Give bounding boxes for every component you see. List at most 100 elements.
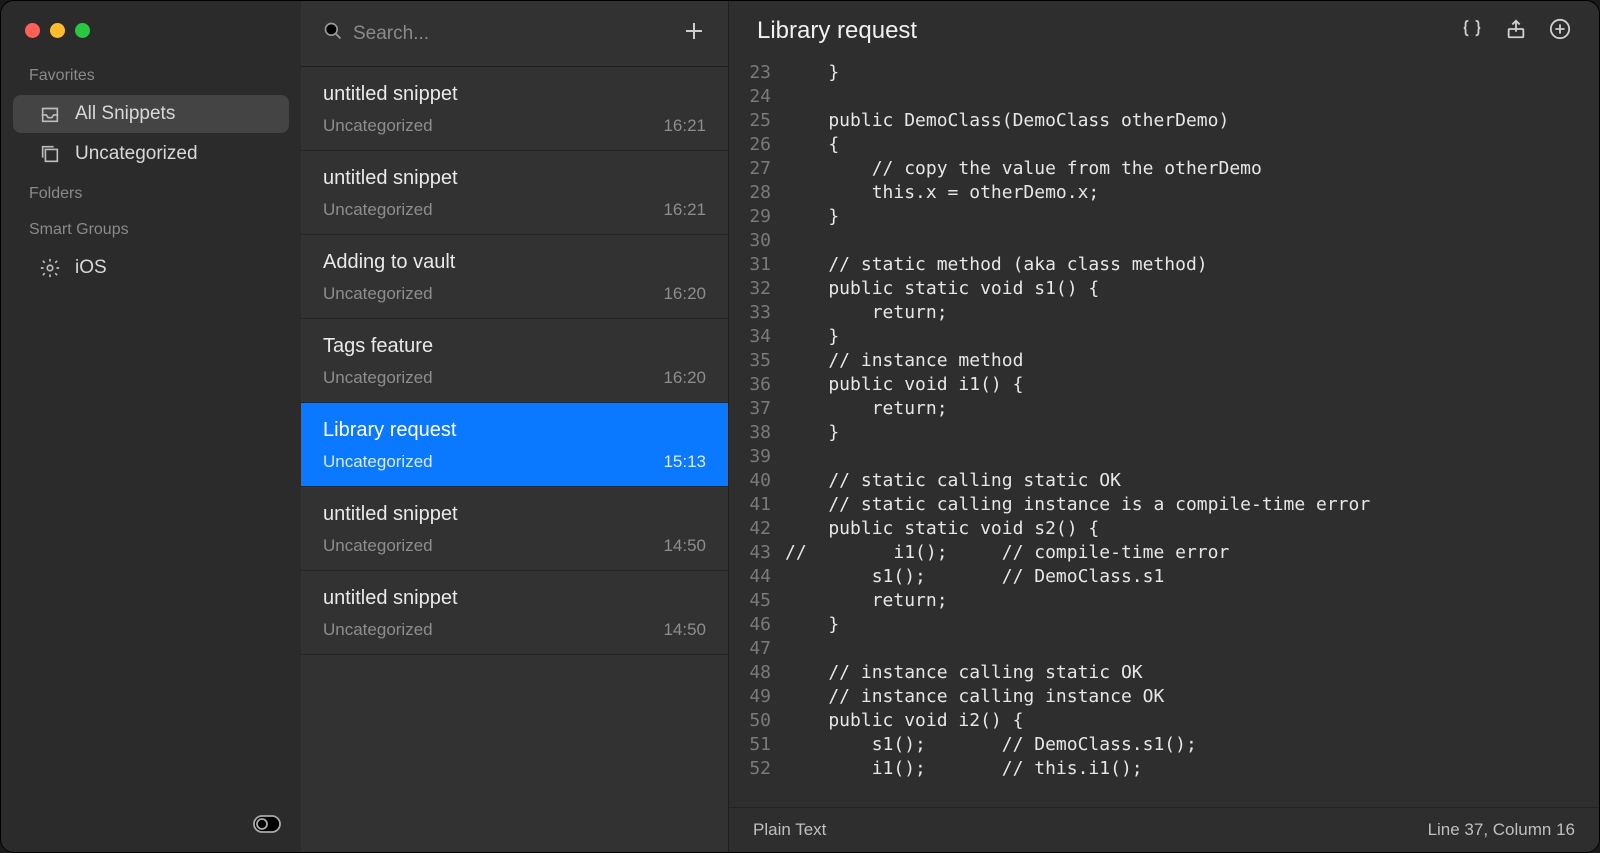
line-number: 46 (729, 613, 785, 637)
code-line[interactable]: 34 } (729, 325, 1599, 349)
code-text[interactable]: } (785, 613, 839, 637)
code-text[interactable]: return; (785, 589, 948, 613)
snippet-item[interactable]: untitled snippetUncategorized16:21 (301, 151, 728, 235)
code-line[interactable]: 44 s1(); // DemoClass.s1 (729, 565, 1599, 589)
line-number: 31 (729, 253, 785, 277)
code-line[interactable]: 25 public DemoClass(DemoClass otherDemo) (729, 109, 1599, 133)
code-text[interactable]: { (785, 133, 839, 157)
sidebar-section-title: Folders (1, 175, 301, 211)
share-icon[interactable] (1505, 18, 1527, 45)
code-line[interactable]: 45 return; (729, 589, 1599, 613)
code-text[interactable]: } (785, 205, 839, 229)
code-line[interactable]: 51 s1(); // DemoClass.s1(); (729, 733, 1599, 757)
code-line[interactable]: 35 // instance method (729, 349, 1599, 373)
code-line[interactable]: 28 this.x = otherDemo.x; (729, 181, 1599, 205)
snippet-item[interactable]: untitled snippetUncategorized14:50 (301, 571, 728, 655)
sidebar: FavoritesAll SnippetsUncategorizedFolder… (1, 1, 301, 852)
code-text[interactable]: s1(); // DemoClass.s1(); (785, 733, 1197, 757)
window-controls (25, 23, 90, 38)
code-line[interactable]: 47 (729, 637, 1599, 661)
code-line[interactable]: 50 public void i2() { (729, 709, 1599, 733)
settings-toggle-icon[interactable] (253, 815, 281, 838)
braces-icon[interactable] (1461, 18, 1483, 45)
code-text[interactable]: public static void s1() { (785, 277, 1099, 301)
snippet-time: 14:50 (663, 536, 706, 556)
snippet-time: 16:20 (663, 368, 706, 388)
sidebar-item-label: iOS (75, 257, 107, 279)
fullscreen-window-button[interactable] (75, 23, 90, 38)
gear-icon (39, 257, 61, 279)
search-icon (323, 21, 343, 46)
code-line[interactable]: 32 public static void s1() { (729, 277, 1599, 301)
code-line[interactable]: 42 public static void s2() { (729, 517, 1599, 541)
line-number: 27 (729, 157, 785, 181)
language-indicator[interactable]: Plain Text (753, 820, 826, 840)
snippet-item[interactable]: untitled snippetUncategorized14:50 (301, 487, 728, 571)
editor-statusbar: Plain Text Line 37, Column 16 (729, 807, 1599, 852)
close-window-button[interactable] (25, 23, 40, 38)
code-text[interactable]: // copy the value from the otherDemo (785, 157, 1262, 181)
code-text[interactable]: return; (785, 301, 948, 325)
code-text[interactable]: } (785, 61, 839, 85)
sidebar-item-uncategorized[interactable]: Uncategorized (13, 135, 289, 173)
code-line[interactable]: 36 public void i1() { (729, 373, 1599, 397)
code-text[interactable]: public void i1() { (785, 373, 1023, 397)
code-text[interactable]: // instance method (785, 349, 1023, 373)
code-text[interactable]: } (785, 421, 839, 445)
code-line[interactable]: 38 } (729, 421, 1599, 445)
add-snippet-button[interactable] (682, 19, 706, 48)
code-text[interactable]: this.x = otherDemo.x; (785, 181, 1099, 205)
code-line[interactable]: 31 // static method (aka class method) (729, 253, 1599, 277)
code-line[interactable]: 46 } (729, 613, 1599, 637)
code-text[interactable]: // static calling instance is a compile-… (785, 493, 1370, 517)
code-line[interactable]: 29 } (729, 205, 1599, 229)
snippet-list: untitled snippetUncategorized16:21untitl… (301, 67, 728, 852)
sidebar-item-all-snippets[interactable]: All Snippets (13, 95, 289, 133)
code-line[interactable]: 41 // static calling instance is a compi… (729, 493, 1599, 517)
code-line[interactable]: 48 // instance calling static OK (729, 661, 1599, 685)
snippet-list-column: untitled snippetUncategorized16:21untitl… (301, 1, 729, 852)
line-number: 45 (729, 589, 785, 613)
line-number: 24 (729, 85, 785, 109)
code-text[interactable]: public DemoClass(DemoClass otherDemo) (785, 109, 1229, 133)
plus-circle-icon[interactable] (1549, 18, 1571, 45)
code-text[interactable]: // instance calling instance OK (785, 685, 1164, 709)
sidebar-item-ios[interactable]: iOS (13, 249, 289, 287)
code-text[interactable]: // static method (aka class method) (785, 253, 1208, 277)
snippet-category: Uncategorized (323, 536, 433, 556)
code-text[interactable]: public void i2() { (785, 709, 1023, 733)
code-line[interactable]: 37 return; (729, 397, 1599, 421)
code-line[interactable]: 39 (729, 445, 1599, 469)
code-line[interactable]: 43// i1(); // compile-time error (729, 541, 1599, 565)
snippet-item[interactable]: Adding to vaultUncategorized16:20 (301, 235, 728, 319)
snippet-item[interactable]: Library requestUncategorized15:13 (301, 403, 728, 487)
code-editor[interactable]: 23 }2425 public DemoClass(DemoClass othe… (729, 61, 1599, 807)
minimize-window-button[interactable] (50, 23, 65, 38)
line-number: 28 (729, 181, 785, 205)
snippet-time: 16:21 (663, 116, 706, 136)
code-line[interactable]: 49 // instance calling instance OK (729, 685, 1599, 709)
code-text[interactable]: public static void s2() { (785, 517, 1099, 541)
code-text[interactable]: return; (785, 397, 948, 421)
search-field[interactable] (323, 21, 670, 46)
code-text[interactable]: // static calling static OK (785, 469, 1121, 493)
snippet-item[interactable]: untitled snippetUncategorized16:21 (301, 67, 728, 151)
code-line[interactable]: 33 return; (729, 301, 1599, 325)
code-text[interactable]: s1(); // DemoClass.s1 (785, 565, 1164, 589)
code-text[interactable]: // i1(); // compile-time error (785, 541, 1229, 565)
code-line[interactable]: 26 { (729, 133, 1599, 157)
code-line[interactable]: 27 // copy the value from the otherDemo (729, 157, 1599, 181)
code-line[interactable]: 23 } (729, 61, 1599, 85)
code-line[interactable]: 30 (729, 229, 1599, 253)
line-number: 38 (729, 421, 785, 445)
code-line[interactable]: 52 i1(); // this.i1(); (729, 757, 1599, 781)
snippet-item[interactable]: Tags featureUncategorized16:20 (301, 319, 728, 403)
code-text[interactable]: // instance calling static OK (785, 661, 1143, 685)
search-input[interactable] (353, 23, 670, 45)
snippet-category: Uncategorized (323, 620, 433, 640)
code-text[interactable]: } (785, 325, 839, 349)
code-text[interactable]: i1(); // this.i1(); (785, 757, 1143, 781)
code-line[interactable]: 40 // static calling static OK (729, 469, 1599, 493)
sidebar-section-title: Smart Groups (1, 211, 301, 247)
code-line[interactable]: 24 (729, 85, 1599, 109)
